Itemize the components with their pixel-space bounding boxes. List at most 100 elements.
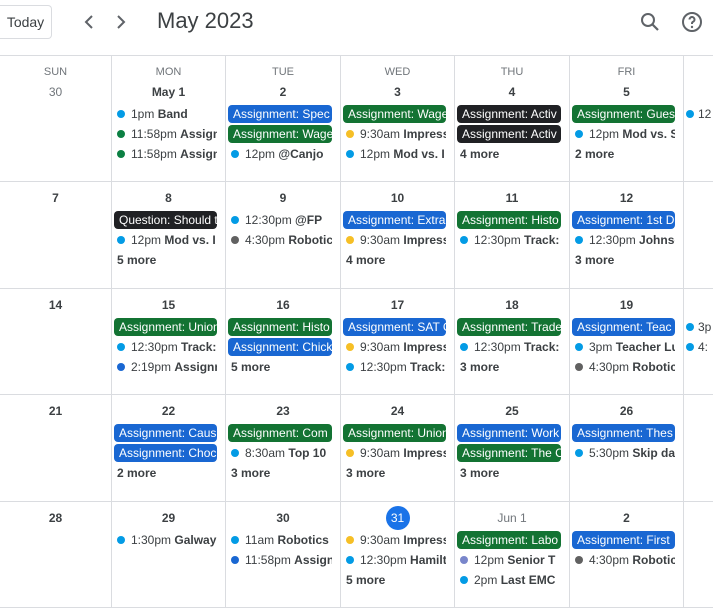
event-item[interactable]: 2:19pm Assignment bbox=[112, 358, 217, 376]
event-item[interactable]: 12:30pm @FP bbox=[226, 211, 332, 229]
event-item[interactable]: 12 bbox=[684, 105, 713, 123]
day-cell[interactable]: 12 bbox=[684, 56, 713, 181]
event-item[interactable]: 12pm Mod vs. S bbox=[570, 125, 675, 143]
event-chip[interactable]: Assignment: Gues bbox=[572, 105, 675, 123]
day-cell[interactable]: 26 Assignment: Thes 5:30pm Skip day bbox=[570, 395, 684, 501]
event-item[interactable]: 12:30pm Track: bbox=[341, 358, 446, 376]
event-chip[interactable]: Assignment: Trade bbox=[457, 318, 561, 336]
date-number[interactable]: 29 bbox=[112, 510, 225, 526]
more-events-link[interactable]: 5 more bbox=[341, 571, 454, 589]
day-cell[interactable]: 2 Assignment: First 4:30pm Robotics bbox=[570, 502, 684, 607]
day-cell[interactable]: 16 Assignment: Histo Assignment: Chick 5 mo… bbox=[226, 289, 341, 394]
day-cell[interactable]: 14 bbox=[0, 289, 112, 394]
date-number[interactable]: 21 bbox=[0, 403, 111, 419]
event-chip[interactable]: Assignment: 1st D bbox=[572, 211, 675, 229]
event-chip[interactable]: Assignment: First bbox=[572, 531, 675, 549]
event-item[interactable]: 11:58pm Assignment bbox=[112, 125, 217, 143]
more-events-link[interactable]: 3 more bbox=[455, 464, 569, 482]
more-events-link[interactable]: 5 more bbox=[112, 251, 225, 269]
day-cell[interactable]: 18 Assignment: Trade 12:30pm Track: 3 more bbox=[455, 289, 570, 394]
event-chip[interactable]: Assignment: Activ bbox=[457, 105, 561, 123]
date-number[interactable] bbox=[684, 510, 713, 526]
event-chip[interactable]: Assignment: Spec bbox=[228, 105, 332, 123]
more-events-link[interactable]: 4 more bbox=[455, 145, 569, 163]
day-cell[interactable] bbox=[684, 395, 713, 501]
day-cell[interactable]: 21 bbox=[0, 395, 112, 501]
date-number[interactable] bbox=[684, 84, 713, 100]
help-icon[interactable] bbox=[680, 10, 704, 34]
more-events-link[interactable]: 2 more bbox=[570, 145, 683, 163]
more-events-link[interactable]: 4 more bbox=[341, 251, 454, 269]
date-number[interactable]: 23 bbox=[226, 403, 340, 419]
date-number[interactable]: Jun 1 bbox=[455, 510, 569, 526]
event-item[interactable]: 2pm Last EMC bbox=[455, 571, 561, 589]
event-item[interactable]: 11:58pm Assignment bbox=[112, 145, 217, 163]
day-cell[interactable]: 3p 4: bbox=[684, 289, 713, 394]
event-item[interactable]: 12:30pm Track: bbox=[455, 231, 561, 249]
date-number[interactable]: 22 bbox=[112, 403, 225, 419]
date-number[interactable]: 11 bbox=[455, 190, 569, 206]
date-number[interactable]: 10 bbox=[341, 190, 454, 206]
day-cell[interactable]: 11 Assignment: Histo 12:30pm Track: bbox=[455, 182, 570, 288]
event-item[interactable]: 4: bbox=[684, 338, 713, 356]
event-item[interactable]: 12:30pm Track: bbox=[112, 338, 217, 356]
date-number[interactable]: 30 bbox=[0, 84, 111, 100]
event-chip[interactable]: Assignment: SAT C bbox=[343, 318, 446, 336]
date-number[interactable]: 14 bbox=[0, 297, 111, 313]
event-item[interactable]: 11:58pm Assignment bbox=[226, 551, 332, 569]
event-item[interactable]: 9:30am Impressions bbox=[341, 231, 446, 249]
event-item[interactable]: 5:30pm Skip day bbox=[570, 444, 675, 462]
event-item[interactable]: 12:30pm Track: bbox=[455, 338, 561, 356]
event-chip[interactable]: Assignment: Chick bbox=[228, 338, 332, 356]
day-cell[interactable]: 17 Assignment: SAT C 9:30am Impressions 12:… bbox=[341, 289, 455, 394]
day-cell[interactable]: FRI 5 Assignment: Gues 12pm Mod vs. S 2 more bbox=[570, 56, 684, 181]
event-item[interactable]: 9:30am Impressions bbox=[341, 125, 446, 143]
date-number[interactable]: 15 bbox=[112, 297, 225, 313]
day-cell[interactable]: 22 Assignment: Caus Assignment: Choc 2 more bbox=[112, 395, 226, 501]
day-cell[interactable]: WED 3 Assignment: Wage 9:30am Impressions 12… bbox=[341, 56, 455, 181]
event-chip[interactable]: Assignment: Union bbox=[114, 318, 217, 336]
day-cell[interactable]: 7 bbox=[0, 182, 112, 288]
event-item[interactable]: 9:30am Impressions bbox=[341, 338, 446, 356]
day-cell[interactable]: 23 Assignment: Com 8:30am Top 10 3 more bbox=[226, 395, 341, 501]
event-chip[interactable]: Assignment: Work bbox=[457, 424, 561, 442]
event-item[interactable]: 12pm @Canjo bbox=[226, 145, 332, 163]
day-cell[interactable]: 9 12:30pm @FP 4:30pm Robotics bbox=[226, 182, 341, 288]
date-number[interactable]: 16 bbox=[226, 297, 340, 313]
day-cell[interactable]: THU 4 Assignment: Activ Assignment: Activ 4 … bbox=[455, 56, 570, 181]
event-chip[interactable]: Assignment: Activ bbox=[457, 125, 561, 143]
date-number[interactable]: 26 bbox=[570, 403, 683, 419]
day-cell[interactable]: 19 Assignment: Teac 3pm Teacher Lu 4:30pm R… bbox=[570, 289, 684, 394]
date-number[interactable]: 5 bbox=[570, 84, 683, 100]
event-chip[interactable]: Assignment: The C bbox=[457, 444, 561, 462]
today-date[interactable]: 31 bbox=[341, 506, 454, 530]
date-number[interactable]: 9 bbox=[226, 190, 340, 206]
event-item[interactable]: 9:30am Impressions bbox=[341, 444, 446, 462]
more-events-link[interactable]: 3 more bbox=[341, 464, 454, 482]
date-number[interactable] bbox=[684, 403, 713, 419]
event-item[interactable]: 12pm Mod vs. I bbox=[341, 145, 446, 163]
day-cell[interactable]: TUE 2 Assignment: Spec Assignment: Wage 12pm… bbox=[226, 56, 341, 181]
event-chip[interactable]: Assignment: Extra bbox=[343, 211, 446, 229]
date-number[interactable]: 7 bbox=[0, 190, 111, 206]
event-item[interactable]: 12:30pm Hamilton bbox=[341, 551, 446, 569]
day-cell[interactable]: 28 bbox=[0, 502, 112, 607]
event-chip[interactable]: Assignment: Com bbox=[228, 424, 332, 442]
more-events-link[interactable]: 3 more bbox=[226, 464, 340, 482]
date-number[interactable] bbox=[684, 297, 713, 313]
event-chip[interactable]: Question: Should t bbox=[114, 211, 217, 229]
date-number[interactable]: 12 bbox=[570, 190, 683, 206]
date-number[interactable]: 8 bbox=[112, 190, 225, 206]
event-item[interactable]: 4:30pm Robotics bbox=[570, 358, 675, 376]
date-number[interactable]: 3 bbox=[341, 84, 454, 100]
day-cell[interactable]: 3011am Robotics11:58pm Assignment bbox=[226, 502, 341, 607]
event-item[interactable]: 3p bbox=[684, 318, 713, 336]
event-item[interactable]: 3pm Teacher Lu bbox=[570, 338, 675, 356]
event-chip[interactable]: Assignment: Teac bbox=[572, 318, 675, 336]
day-cell[interactable]: 24 Assignment: Union 9:30am Impressions 3 m… bbox=[341, 395, 455, 501]
day-cell[interactable]: 12 Assignment: 1st D 12:30pm Johnson 3 more bbox=[570, 182, 684, 288]
day-cell[interactable]: 8 Question: Should t 12pm Mod vs. I 5 more bbox=[112, 182, 226, 288]
date-number[interactable]: 4 bbox=[455, 84, 569, 100]
event-chip[interactable]: Assignment: Union bbox=[343, 424, 446, 442]
date-number[interactable]: 28 bbox=[0, 510, 111, 526]
